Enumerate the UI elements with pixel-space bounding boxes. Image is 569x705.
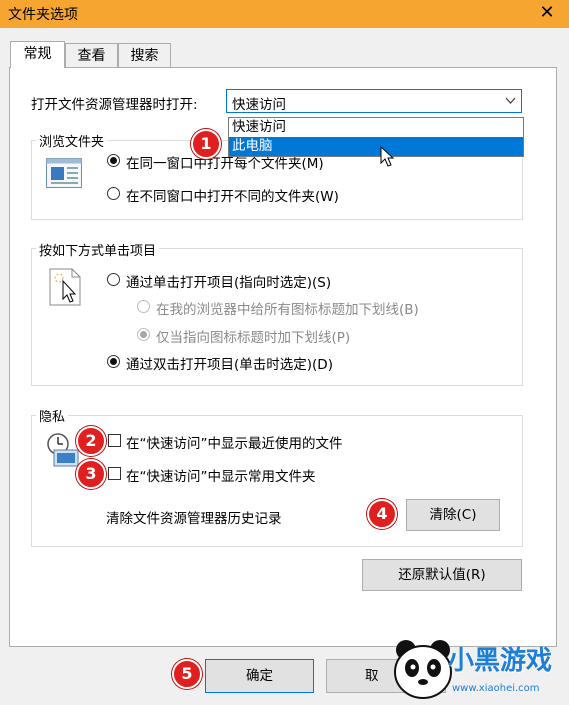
ok-button[interactable]: 确定 <box>205 659 314 693</box>
radio-new-window[interactable] <box>107 187 120 200</box>
badge-4: 4 <box>367 499 397 529</box>
watermark-url: www.xiaohei.com <box>452 683 540 694</box>
click-items-legend: 按如下方式单击项目 <box>36 240 160 259</box>
clock-picture-icon <box>47 433 79 467</box>
watermark-logo-text: 小黑游戏 <box>448 646 553 676</box>
open-in-value: 快速访问 <box>232 97 286 113</box>
label-underline-hover[interactable]: 仅当指向图标标题时加下划线(P) <box>156 326 350 346</box>
open-in-label: 打开文件资源管理器时打开: <box>31 97 198 113</box>
dropdown-option-quick-access[interactable]: 快速访问 <box>229 118 523 137</box>
dropdown-option-this-pc[interactable]: 此电脑 <box>229 137 523 156</box>
title-bar <box>0 0 569 28</box>
badge-2: 2 <box>76 426 106 456</box>
tab-view[interactable]: 查看 <box>65 43 118 67</box>
checkbox-recent-files[interactable] <box>108 434 121 447</box>
checkbox-frequent-folders[interactable] <box>108 467 121 480</box>
tab-search[interactable]: 搜索 <box>118 43 171 67</box>
browse-folders-legend: 浏览文件夹 <box>36 131 108 150</box>
radio-double-click[interactable] <box>107 355 120 368</box>
badge-1: 1 <box>191 129 221 159</box>
radio-same-window[interactable] <box>107 154 120 167</box>
label-double-click[interactable]: 通过双击打开项目(单击时选定)(D) <box>126 353 333 373</box>
radio-underline-all[interactable] <box>137 300 150 313</box>
badge-5: 5 <box>172 659 202 689</box>
open-in-dropdown-list: 快速访问 此电脑 <box>228 117 524 157</box>
cursor-click-icon <box>49 268 81 306</box>
clear-button[interactable]: 清除(C) <box>406 499 500 531</box>
radio-underline-hover[interactable] <box>137 328 150 341</box>
restore-defaults-button[interactable]: 还原默认值(R) <box>362 559 522 591</box>
privacy-legend: 隐私 <box>36 406 69 425</box>
chevron-down-icon <box>505 97 516 104</box>
mouse-cursor-icon <box>380 146 395 167</box>
clear-history-label: 清除文件资源管理器历史记录 <box>106 511 282 527</box>
label-frequent-folders[interactable]: 在“快速访问”中显示常用文件夹 <box>126 465 316 485</box>
tab-general[interactable]: 常规 <box>10 41 65 68</box>
window-title: 文件夹选项 <box>8 7 78 23</box>
radio-single-click[interactable] <box>107 273 120 286</box>
close-button[interactable]: ✕ <box>534 2 560 24</box>
folder-window-icon <box>46 158 82 188</box>
label-recent-files[interactable]: 在“快速访问”中显示最近使用的文件 <box>126 432 343 452</box>
badge-3: 3 <box>76 459 106 489</box>
label-underline-all[interactable]: 在我的浏览器中给所有图标标题加下划线(B) <box>156 298 419 318</box>
label-single-click[interactable]: 通过单击打开项目(指向时选定)(S) <box>126 271 331 291</box>
label-new-window[interactable]: 在不同窗口中打开不同的文件夹(W) <box>126 185 339 205</box>
open-in-combobox[interactable]: 快速访问 <box>226 89 522 113</box>
